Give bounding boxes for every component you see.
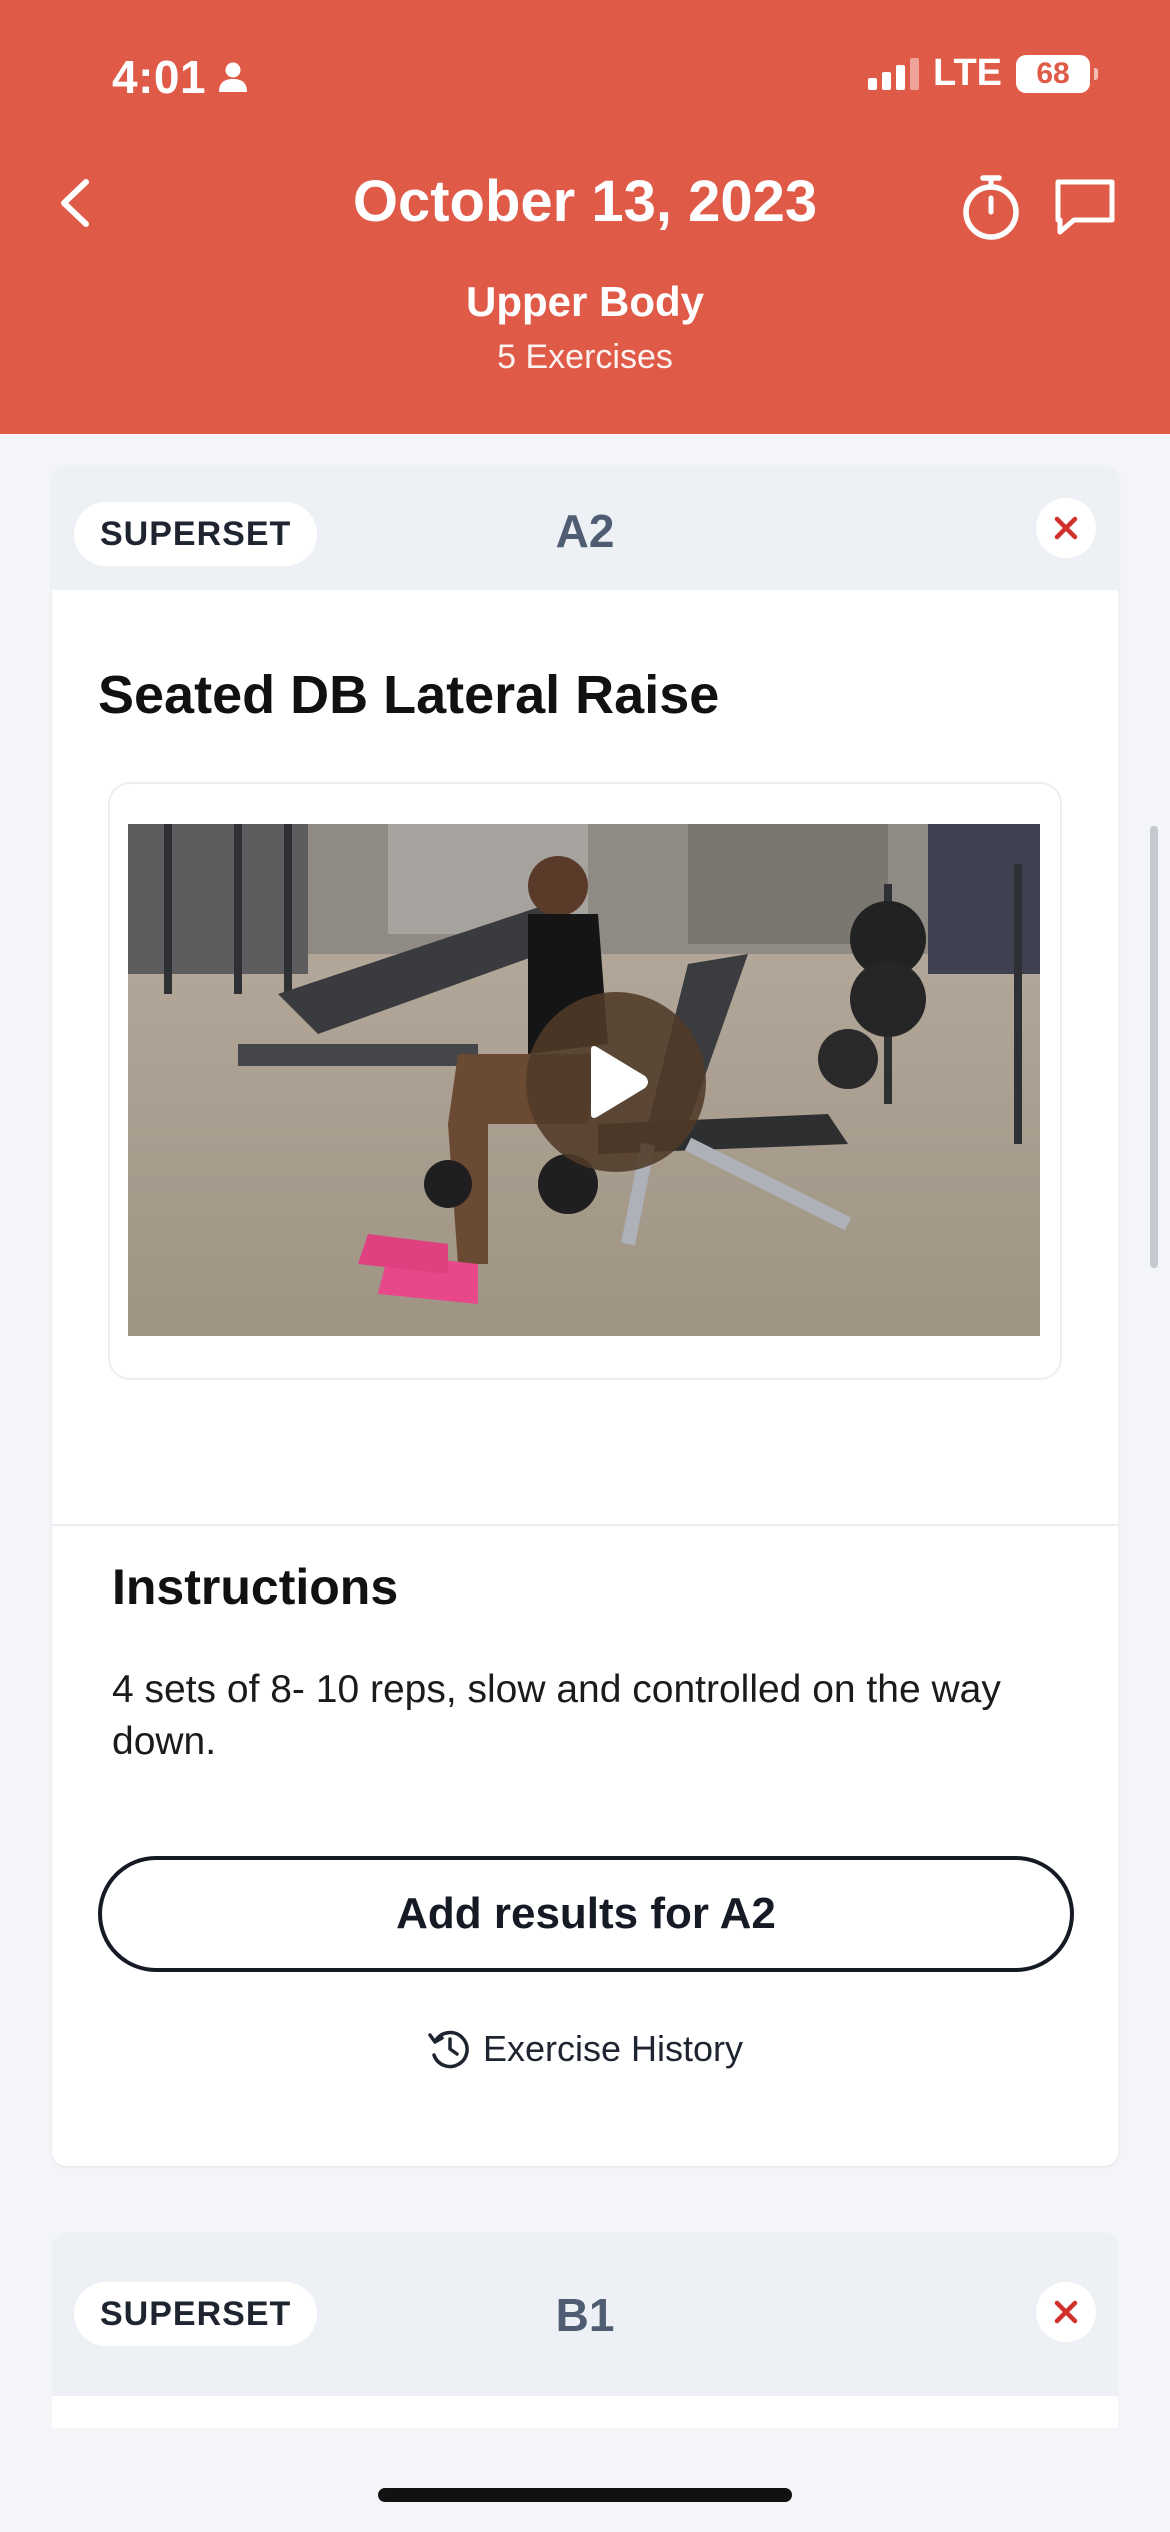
app-header: 4:01 LTE 68 October 13, 2023 Upper Body …	[0, 0, 1170, 434]
network-type: LTE	[933, 52, 1002, 94]
add-results-button[interactable]: Add results for A2	[98, 1856, 1074, 1972]
history-clock-icon	[428, 2030, 469, 2069]
remove-exercise-button-b1[interactable]	[1036, 2282, 1096, 2342]
timer-button[interactable]	[958, 172, 1024, 244]
exercise-count: 5 Exercises	[497, 338, 673, 376]
bottom-safe-area	[0, 2428, 1170, 2532]
scrollbar[interactable]	[1150, 826, 1158, 1268]
stopwatch-icon	[963, 175, 1019, 240]
play-icon	[591, 1046, 648, 1118]
battery-level: 68	[1036, 56, 1070, 90]
cellular-signal-icon	[868, 57, 920, 90]
close-icon	[1054, 516, 1078, 540]
exercise-card: SUPERSET A2 Seated DB Lateral Raise Inst…	[52, 466, 1118, 2166]
status-bar-right: LTE 68	[868, 52, 1098, 95]
battery-icon: 68	[1016, 54, 1098, 93]
status-bar-time: 4:01	[112, 50, 248, 104]
home-indicator[interactable]	[378, 2488, 792, 2502]
close-icon	[1054, 2300, 1078, 2324]
superset-header-b1: SUPERSET B1	[52, 2232, 1118, 2396]
exercise-video[interactable]	[128, 824, 1040, 1336]
workout-name: Upper Body	[465, 278, 704, 325]
section-divider	[52, 1524, 1118, 1526]
exercise-title: Seated DB Lateral Raise	[98, 665, 720, 725]
group-label: A2	[555, 505, 615, 557]
person-icon	[219, 62, 248, 92]
exercise-history-label: Exercise History	[482, 2028, 744, 2069]
superset-header: SUPERSET A2	[52, 466, 1118, 590]
group-label-b1: B1	[555, 2289, 615, 2341]
remove-exercise-button[interactable]	[1036, 498, 1096, 558]
status-time-text: 4:01	[112, 51, 207, 103]
instructions-text: 4 sets of 8- 10 reps, slow and controlle…	[112, 1668, 1001, 1763]
chat-bubble-icon	[1055, 179, 1115, 235]
play-button[interactable]	[526, 992, 706, 1172]
exercise-history-link[interactable]: Exercise History	[52, 2026, 1118, 2072]
chat-button[interactable]	[1052, 176, 1118, 238]
instructions-heading: Instructions	[112, 1559, 399, 1615]
next-exercise-card: SUPERSET B1	[52, 2232, 1118, 2432]
